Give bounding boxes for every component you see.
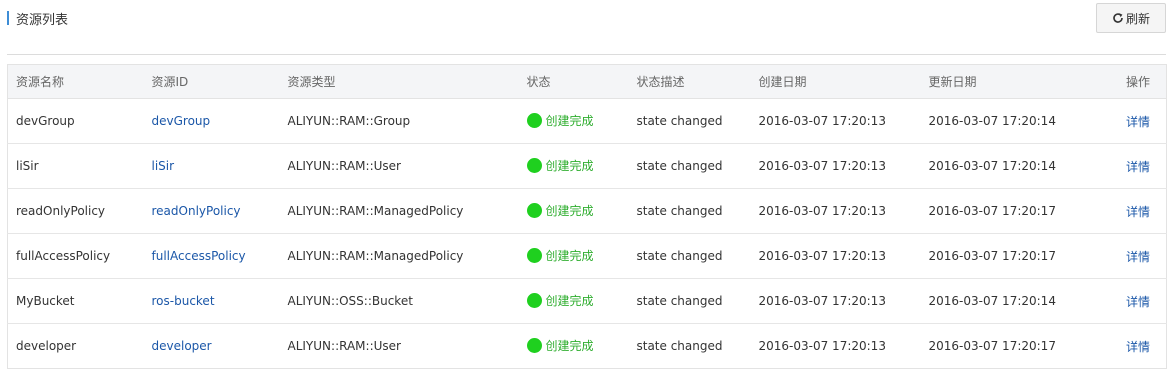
status-text: 创建完成 [545,158,594,173]
resource-name: devGroup [7,98,144,144]
page-title: 资源列表 [16,12,69,28]
table-row: devGroup devGroup ALIYUN::RAM::Group 创建完… [7,98,1167,144]
title-accent-bar [7,11,9,25]
resource-type: ALIYUN::RAM::User [279,143,519,189]
table-row: liSir liSir ALIYUN::RAM::User 创建完成 state… [7,143,1167,189]
resource-type: ALIYUN::OSS::Bucket [279,278,519,324]
details-link[interactable]: 详情 [1126,205,1150,219]
details-link[interactable]: 详情 [1126,160,1150,174]
column-header-actions: 操作 [1090,64,1167,99]
status-dot-icon [526,247,542,263]
table-row: MyBucket ros-bucket ALIYUN::OSS::Bucket … [7,278,1167,324]
status-text: 创建完成 [545,113,594,128]
resource-id-link[interactable]: fullAccessPolicy [152,249,246,263]
table-header-row: 资源名称 资源ID 资源类型 状态 状态描述 创建日期 更新日期 操作 [7,64,1167,99]
column-header-name: 资源名称 [7,64,144,99]
header-divider [7,54,1166,55]
status-badge: 创建完成 [526,157,594,174]
created-date: 2016-03-07 17:20:13 [750,278,921,324]
status-dot-icon [526,337,542,353]
resource-name: MyBucket [7,278,144,324]
resource-name: readOnlyPolicy [7,188,144,234]
updated-date: 2016-03-07 17:20:14 [920,278,1091,324]
resource-type: ALIYUN::RAM::Group [279,98,519,144]
status-badge: 创建完成 [526,247,594,264]
details-link[interactable]: 详情 [1126,250,1150,264]
status-description: state changed [628,143,751,189]
status-description: state changed [628,98,751,144]
table-row: fullAccessPolicy fullAccessPolicy ALIYUN… [7,233,1167,279]
details-link[interactable]: 详情 [1126,295,1150,309]
status-description: state changed [636,339,723,353]
details-link[interactable]: 详情 [1126,340,1150,354]
status-dot-icon [526,292,542,308]
status-description: state changed [628,278,751,324]
column-header-created: 创建日期 [750,64,921,99]
status-dot-icon [526,112,542,128]
status-description: state changed [628,233,751,279]
created-date: 2016-03-07 17:20:13 [750,98,921,144]
status-text: 创建完成 [545,293,594,308]
status-badge: 创建完成 [526,292,594,309]
refresh-icon [1112,12,1124,24]
resource-id-link[interactable]: liSir [152,159,175,173]
resource-id-link[interactable]: devGroup [152,114,211,128]
column-header-updated: 更新日期 [920,64,1091,99]
column-header-status-desc: 状态描述 [628,64,751,99]
status-dot-icon [526,157,542,173]
status-badge: 创建完成 [526,337,594,354]
updated-date: 2016-03-07 17:20:14 [920,98,1091,144]
details-link[interactable]: 详情 [1126,115,1150,129]
resource-name: developer [16,339,77,353]
status-badge: 创建完成 [526,202,594,219]
resource-table: 资源名称 资源ID 资源类型 状态 状态描述 创建日期 更新日期 操作 devG… [7,64,1167,369]
status-description: state changed [628,188,751,234]
page-header: 资源列表 [7,10,69,28]
resource-id-link[interactable]: developer [152,339,212,353]
column-header-id: 资源ID [143,64,280,99]
resource-type: ALIYUN::RAM::ManagedPolicy [279,188,519,234]
status-dot-icon [526,202,542,218]
updated-date: 2016-03-07 17:20:17 [928,339,1056,353]
column-header-status: 状态 [518,64,629,99]
status-badge: 创建完成 [526,112,594,129]
resource-name: liSir [7,143,144,189]
created-date: 2016-03-07 17:20:13 [750,188,921,234]
refresh-button[interactable]: 刷新 [1096,3,1166,33]
table-row: developer developer ALIYUN::RAM::User 创建… [8,324,1167,369]
created-date: 2016-03-07 17:20:13 [758,339,886,353]
status-text: 创建完成 [545,203,594,218]
updated-date: 2016-03-07 17:20:17 [920,188,1091,234]
created-date: 2016-03-07 17:20:13 [750,143,921,189]
resource-type: ALIYUN::RAM::User [287,339,401,353]
column-header-type: 资源类型 [279,64,519,99]
refresh-button-label: 刷新 [1125,11,1150,26]
resource-id-link[interactable]: ros-bucket [152,294,215,308]
updated-date: 2016-03-07 17:20:14 [920,143,1091,189]
resource-type: ALIYUN::RAM::ManagedPolicy [279,233,519,279]
resource-id-link[interactable]: readOnlyPolicy [152,204,241,218]
table-row: readOnlyPolicy readOnlyPolicy ALIYUN::RA… [7,188,1167,234]
status-text: 创建完成 [545,338,594,353]
created-date: 2016-03-07 17:20:13 [750,233,921,279]
resource-name: fullAccessPolicy [7,233,144,279]
updated-date: 2016-03-07 17:20:17 [920,233,1091,279]
status-text: 创建完成 [545,248,594,263]
